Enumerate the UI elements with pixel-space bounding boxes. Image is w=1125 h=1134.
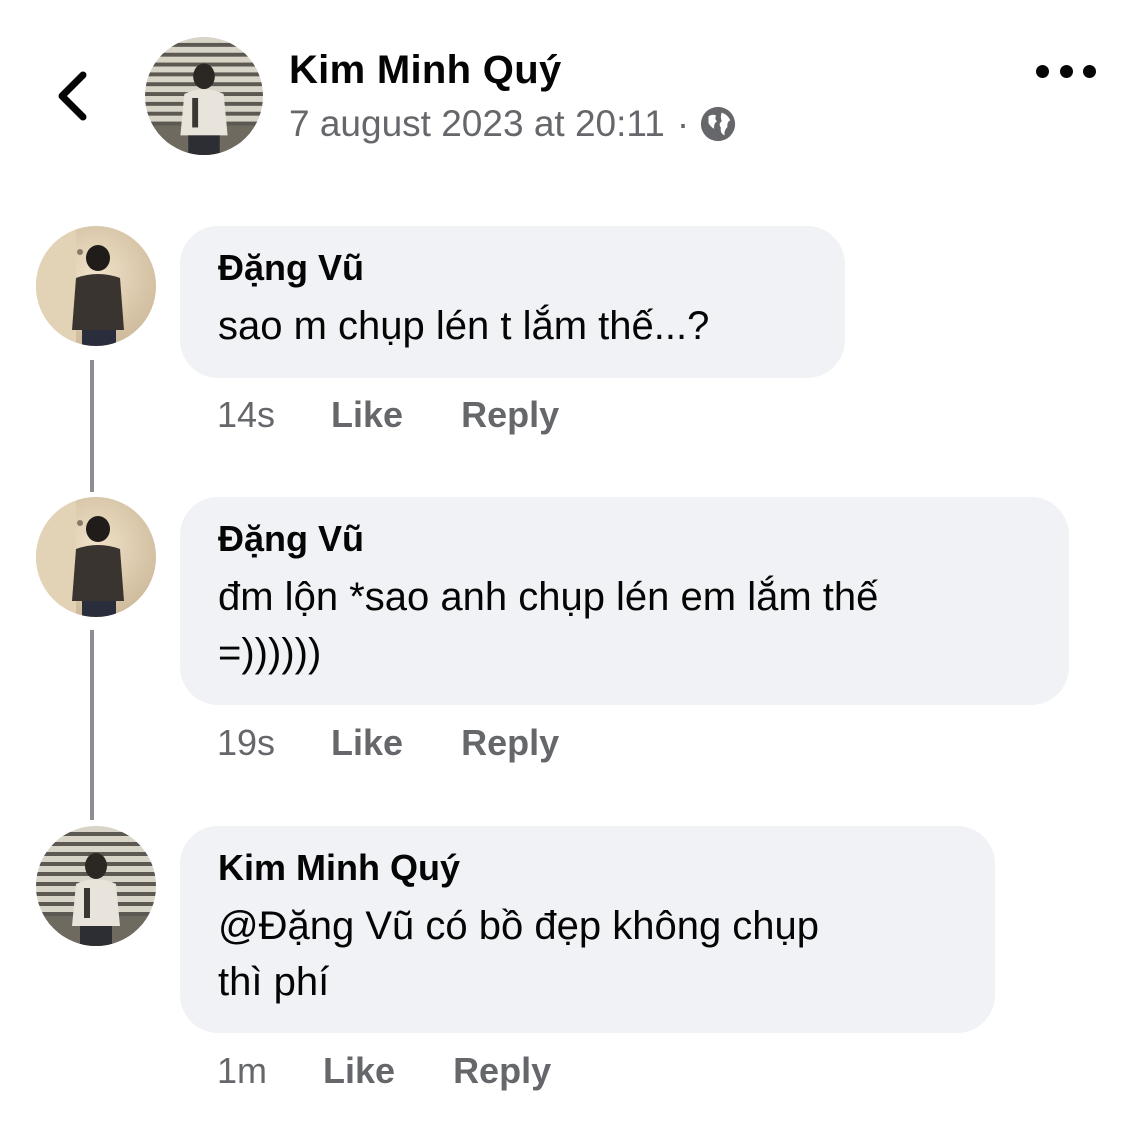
commenter-avatar[interactable] [36, 497, 156, 617]
like-button[interactable]: Like [331, 722, 403, 764]
thread-line [90, 630, 94, 820]
post-timestamp[interactable]: 7 august 2023 at 20:11 [289, 103, 665, 145]
author-name[interactable]: Kim Minh Quý [289, 48, 562, 93]
comment-time[interactable]: 1m [217, 1050, 267, 1092]
post-header: Kim Minh Quý 7 august 2023 at 20:11 · [0, 0, 1125, 180]
chevron-left-icon [58, 71, 87, 121]
comment-author[interactable]: Đặng Vũ [218, 246, 807, 290]
comment-text-line: @Đặng Vũ có bồ đẹp không chụp [218, 904, 820, 948]
comment-text: @Đặng Vũ có bồ đẹp không chụp thì phí [218, 898, 957, 1010]
comment-text-line: =)))))) [218, 631, 322, 675]
reply-button[interactable]: Reply [461, 722, 559, 764]
post-meta: 7 august 2023 at 20:11 · [289, 102, 737, 146]
reply-button[interactable]: Reply [461, 394, 559, 436]
comment-actions: 19s Like Reply [217, 721, 559, 765]
comment-author[interactable]: Kim Minh Quý [218, 846, 957, 890]
commenter-avatar[interactable] [36, 826, 156, 946]
comment-author[interactable]: Đặng Vũ [218, 517, 1031, 561]
comment-text-line: thì phí [218, 960, 330, 1004]
comment-actions: 1m Like Reply [217, 1049, 551, 1093]
like-button[interactable]: Like [323, 1050, 395, 1092]
comment-time[interactable]: 14s [217, 394, 275, 436]
comment-actions: 14s Like Reply [217, 393, 559, 437]
comment-bubble: Đặng Vũ đm lộn *sao anh chụp lén em lắm … [180, 497, 1069, 705]
comment-text-line: đm lộn *sao anh chụp lén em lắm thế [218, 575, 879, 619]
comment-bubble: Đặng Vũ sao m chụp lén t lắm thế...? [180, 226, 845, 378]
more-dot [1083, 64, 1096, 78]
thread-line [90, 360, 94, 492]
comment-text: đm lộn *sao anh chụp lén em lắm thế =)))… [218, 569, 1031, 681]
meta-separator: · [676, 103, 690, 144]
more-dot [1059, 64, 1073, 78]
like-button[interactable]: Like [331, 394, 403, 436]
more-options-button[interactable] [1036, 56, 1096, 86]
reply-button[interactable]: Reply [453, 1050, 551, 1092]
back-button[interactable] [44, 64, 100, 128]
commenter-avatar[interactable] [36, 226, 156, 346]
author-avatar[interactable] [145, 37, 263, 155]
comment-time[interactable]: 19s [217, 722, 275, 764]
globe-icon[interactable] [699, 105, 737, 143]
more-horizontal-icon [1036, 64, 1049, 78]
comment-bubble: Kim Minh Quý @Đặng Vũ có bồ đẹp không ch… [180, 826, 995, 1033]
comment-text: sao m chụp lén t lắm thế...? [218, 304, 710, 348]
